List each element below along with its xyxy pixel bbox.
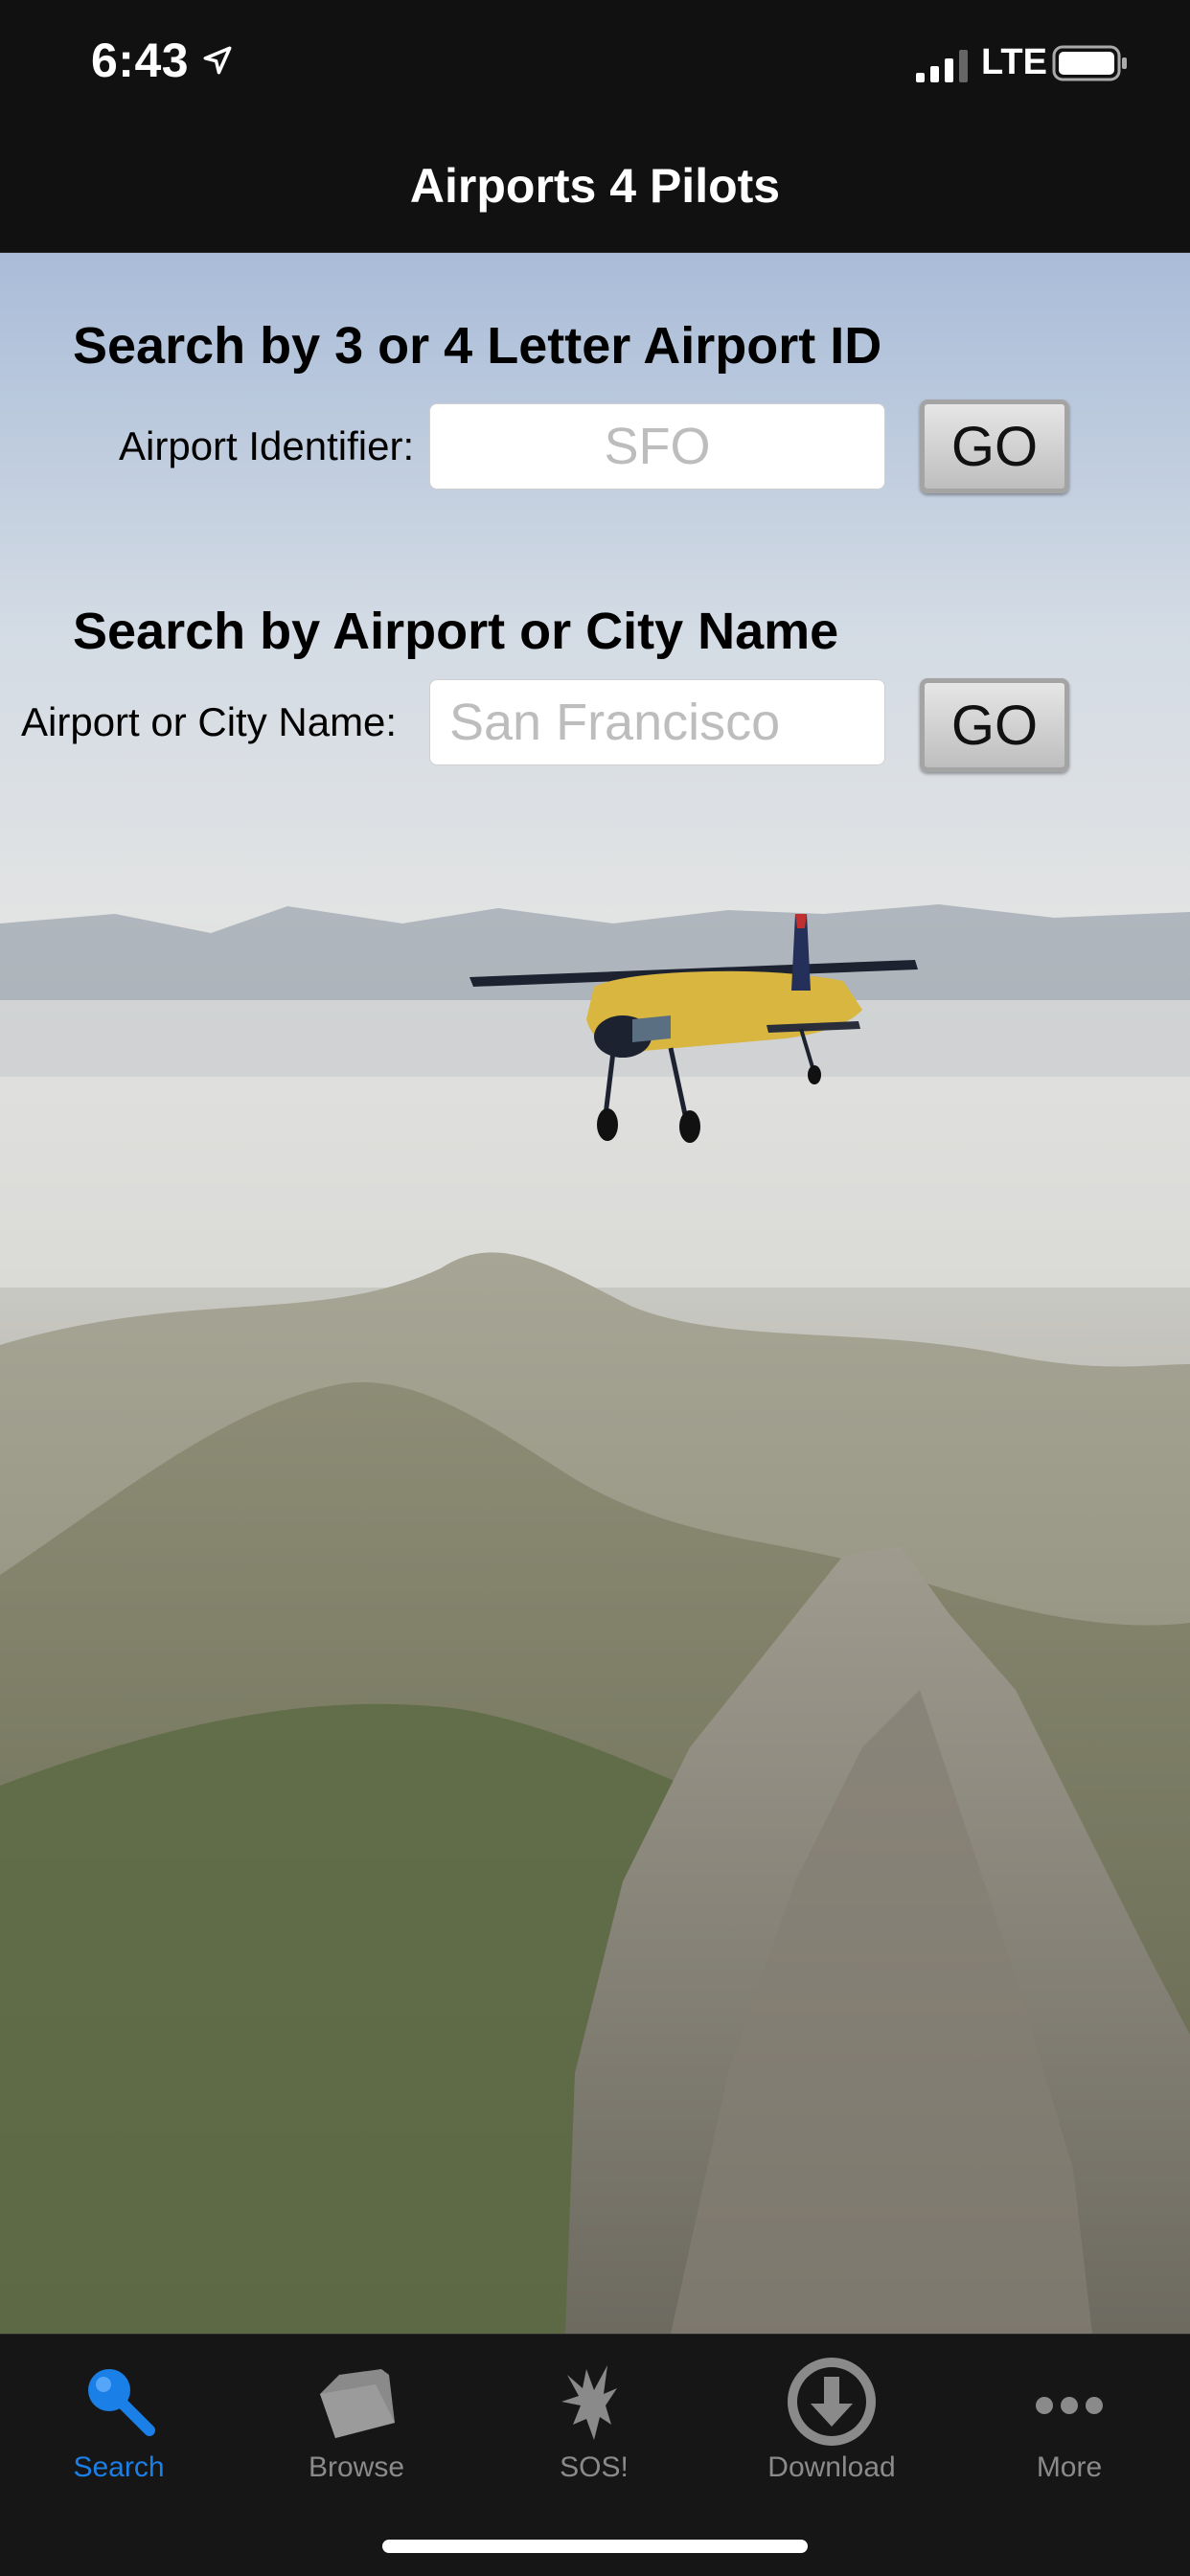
more-dots-icon <box>1036 2397 1103 2414</box>
airport-or-city-name-label: Airport or City Name: <box>21 699 398 744</box>
tab-sos-label: SOS! <box>560 2451 629 2483</box>
network-type: LTE <box>981 42 1047 82</box>
navigation-bar: Airports 4 Pilots <box>0 129 1190 253</box>
tab-browse[interactable]: Browse <box>238 2335 475 2488</box>
search-by-id-go-button[interactable]: GO <box>920 399 1069 493</box>
tab-more[interactable]: More <box>950 2335 1188 2488</box>
search-by-name-title: Search by Airport or City Name <box>73 603 839 660</box>
tab-sos[interactable]: SOS! <box>475 2335 713 2488</box>
tab-more-label: More <box>1036 2451 1103 2483</box>
search-by-id-title: Search by 3 or 4 Letter Airport ID <box>73 317 882 375</box>
tab-search-label: Search <box>73 2451 165 2483</box>
airport-identifier-label: Airport Identifier: <box>119 423 415 468</box>
magnifier-icon <box>88 2369 155 2436</box>
cellular-signal-icon <box>916 50 968 82</box>
home-indicator[interactable] <box>382 2540 808 2553</box>
search-by-name-go-button[interactable]: GO <box>920 678 1069 772</box>
tab-search[interactable]: Search <box>0 2335 238 2488</box>
eagle-icon <box>561 2365 617 2440</box>
page-title: Airports 4 Pilots <box>409 159 781 213</box>
tab-browse-label: Browse <box>308 2451 405 2483</box>
search-screen: Search by 3 or 4 Letter Airport ID Airpo… <box>0 253 1190 2334</box>
folder-icon <box>320 2369 395 2438</box>
battery-icon <box>1052 45 1127 81</box>
tab-download-label: Download <box>767 2451 896 2483</box>
status-time: 6:43 <box>91 34 190 87</box>
background-photo <box>0 253 1190 2334</box>
download-icon <box>788 2358 876 2446</box>
location-arrow-icon <box>203 46 232 75</box>
tab-download[interactable]: Download <box>713 2335 950 2488</box>
airport-or-city-name-input[interactable] <box>429 679 885 765</box>
status-bar: 6:43 LTE <box>0 0 1190 129</box>
airport-identifier-input[interactable] <box>429 403 885 490</box>
